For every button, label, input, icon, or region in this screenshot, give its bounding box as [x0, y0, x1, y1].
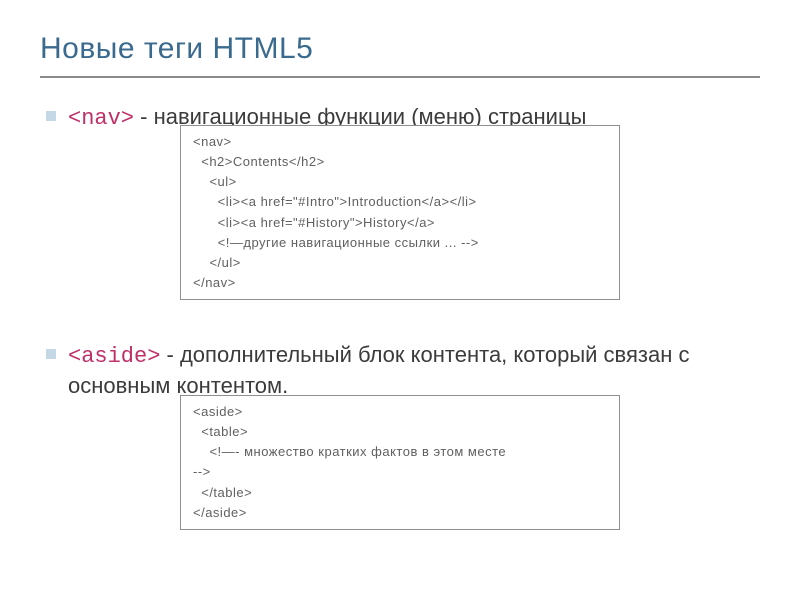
code-line: <nav>: [193, 132, 607, 152]
code-example-aside: <aside> <table> <!—- множество кратких ф…: [180, 395, 620, 530]
code-line: <table>: [193, 422, 607, 442]
code-line: <h2>Contents</h2>: [193, 152, 607, 172]
code-line: </table>: [193, 483, 607, 503]
code-line: <!—- множество кратких фактов в этом мес…: [193, 442, 607, 462]
bullet-text-aside: <aside> - дополнительный блок контента, …: [68, 340, 760, 401]
bullet-icon: [46, 349, 56, 359]
bullet-icon: [46, 111, 56, 121]
code-line: </nav>: [193, 273, 607, 293]
code-line: <!—другие навигационные ссылки ... -->: [193, 233, 607, 253]
code-line: -->: [193, 462, 607, 482]
code-line: <li><a href="#Intro">Introduction</a></l…: [193, 192, 607, 212]
code-line: </aside>: [193, 503, 607, 523]
code-line: </ul>: [193, 253, 607, 273]
code-line: <ul>: [193, 172, 607, 192]
tag-aside: <aside>: [68, 344, 160, 369]
code-line: <aside>: [193, 402, 607, 422]
desc-aside: - дополнительный блок контента, который …: [68, 342, 690, 399]
code-example-nav: <nav> <h2>Contents</h2> <ul> <li><a href…: [180, 125, 620, 300]
slide-title: Новые теги HTML5: [40, 32, 760, 78]
code-line: <li><a href="#History">History</a>: [193, 213, 607, 233]
tag-nav: <nav>: [68, 106, 134, 131]
bullet-item-aside: <aside> - дополнительный блок контента, …: [40, 340, 760, 401]
